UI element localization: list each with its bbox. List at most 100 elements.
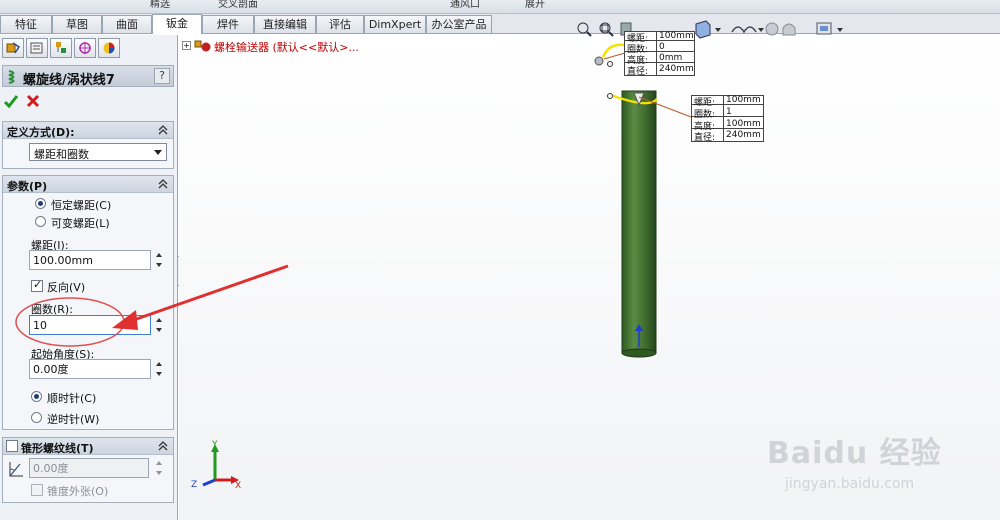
hide-show-icon[interactable] <box>765 22 779 36</box>
taper-outward-label: 锥度外张(O) <box>47 485 109 498</box>
toolbar-item[interactable]: 交叉剖面 <box>218 0 258 13</box>
dimxpert-manager-tab[interactable] <box>74 38 96 58</box>
definition-group-header[interactable]: 定义方式(D): <box>3 122 173 139</box>
spin-down-icon[interactable] <box>153 260 165 270</box>
tab-sheet-metal[interactable]: 钣金 <box>152 14 202 34</box>
taper-group: 锥形螺纹线(T) 锥度外张(O) <box>2 437 174 503</box>
taper-outward-checkbox[interactable] <box>31 484 43 496</box>
taper-group-label: 锥形螺纹线(T) <box>21 442 94 455</box>
cylinder-body[interactable] <box>621 90 657 354</box>
definition-select[interactable]: 螺距和圈数 <box>29 143 167 161</box>
property-manager-tab[interactable] <box>26 38 48 58</box>
helix-handle[interactable] <box>607 93 613 99</box>
callout-row: 高度: 100mm <box>692 119 763 132</box>
collapse-chevron-icon[interactable] <box>157 439 169 453</box>
command-manager-tabs: 特征 草图 曲面 钣金 焊件 直接编辑 评估 DimXpert 办公室产品 <box>0 14 1000 34</box>
spin-up-icon[interactable] <box>153 315 165 325</box>
ok-check-icon[interactable] <box>3 93 19 109</box>
tab-direct-editing[interactable]: 直接编辑 <box>254 15 316 33</box>
property-manager: 螺旋线/涡状线7 ? 定义方式(D): 螺距和圈数 参数(P) 恒定螺距(C) … <box>0 35 178 520</box>
callout-row: 直径: 240mm <box>692 130 763 143</box>
variable-pitch-label: 可变螺距(L) <box>51 217 110 230</box>
spin-down-icon[interactable] <box>153 468 165 478</box>
collapse-chevron-icon[interactable] <box>157 177 169 191</box>
tab-weldments[interactable]: 焊件 <box>202 15 254 33</box>
revolutions-spinner[interactable] <box>153 315 165 335</box>
toolbar-item[interactable]: 展开 <box>525 0 545 13</box>
scene-icon[interactable] <box>816 22 843 35</box>
tab-features[interactable]: 特征 <box>0 15 52 33</box>
feature-title-bar: 螺旋线/涡状线7 ? <box>2 65 174 88</box>
spin-down-icon[interactable] <box>153 369 165 379</box>
radio-unselected[interactable] <box>31 412 42 423</box>
revolutions-input[interactable] <box>29 315 151 335</box>
callout-row: 螺距: 100mm <box>625 31 694 44</box>
callout-row: 圈数: 1 <box>692 107 763 120</box>
spin-down-icon[interactable] <box>153 325 165 335</box>
cancel-x-icon[interactable] <box>25 93 41 109</box>
start-angle-spinner[interactable] <box>153 359 165 379</box>
counterclockwise-label: 逆时针(W) <box>47 413 100 426</box>
callout-value: 100mm <box>659 31 694 41</box>
callout-value: 0mm <box>659 53 683 63</box>
toolbar-item[interactable]: 通风口 <box>450 0 480 13</box>
helix-preview-top[interactable] <box>601 43 625 58</box>
definition-selected-value: 螺距和圈数 <box>34 148 89 161</box>
helix-handle[interactable] <box>607 61 613 67</box>
spin-up-icon[interactable] <box>153 458 165 468</box>
callout-value: 0 <box>659 42 665 52</box>
pitch-input[interactable] <box>29 250 151 270</box>
tab-evaluate[interactable]: 评估 <box>316 15 364 33</box>
coordinate-triad <box>202 444 239 487</box>
callout-value: 100mm <box>726 119 761 129</box>
display-style-icon[interactable] <box>731 26 764 34</box>
callout-row: 圈数: 0 <box>625 42 694 55</box>
taper-angle-icon <box>9 462 23 477</box>
triad-z-label: Z <box>191 480 198 490</box>
triad-y-label: Y <box>212 440 218 450</box>
radio-selected[interactable] <box>35 198 46 209</box>
help-button[interactable]: ? <box>154 68 170 84</box>
display-manager-tab[interactable] <box>98 38 120 58</box>
parameters-group-header[interactable]: 参数(P) <box>3 176 173 193</box>
reverse-label: 反向(V) <box>47 281 86 294</box>
feature-title: 螺旋线/涡状线7 <box>23 73 115 88</box>
toolbar-item[interactable]: 精选 <box>150 0 170 13</box>
radio-unselected[interactable] <box>35 216 46 227</box>
appearance-edit-icon[interactable] <box>782 23 796 36</box>
triad-x-label: X <box>235 481 242 491</box>
collapse-chevron-icon[interactable] <box>157 123 169 137</box>
tab-surfaces[interactable]: 曲面 <box>102 15 152 33</box>
reverse-checkbox[interactable] <box>31 278 43 292</box>
start-angle-input[interactable] <box>29 359 151 379</box>
feature-manager-tab[interactable] <box>2 38 24 58</box>
spin-up-icon[interactable] <box>153 250 165 260</box>
radio-selected[interactable] <box>31 391 42 402</box>
pitch-spinner[interactable] <box>153 250 165 270</box>
definition-group: 定义方式(D): 螺距和圈数 <box>2 121 174 169</box>
taper-angle-input[interactable] <box>29 458 149 478</box>
configuration-icon <box>56 42 66 53</box>
callout-value: 1 <box>726 107 732 117</box>
helix-callout-top[interactable]: 螺距: 100mm 圈数: 0 高度: 0mm 直径: 240mm <box>624 31 695 77</box>
taper-group-header[interactable]: 锥形螺纹线(T) <box>3 438 173 455</box>
tab-office-products[interactable]: 办公室产品 <box>426 15 492 33</box>
taper-checkbox[interactable] <box>6 440 18 452</box>
callout-row: 直径: 240mm <box>625 64 694 77</box>
constant-pitch-label: 恒定螺距(C) <box>51 199 112 212</box>
chevron-down-icon <box>154 150 162 155</box>
helix-start-point-icon[interactable] <box>594 56 604 66</box>
clockwise-label: 顺时针(C) <box>47 392 97 405</box>
parameters-group: 参数(P) 恒定螺距(C) 可变螺距(L) 螺距(I): 反向(V) 圈数(R)… <box>2 175 174 430</box>
watermark-url: jingyan.baidu.com <box>785 476 915 492</box>
parameters-group-label: 参数(P) <box>7 180 48 193</box>
callout-value: 240mm <box>726 130 761 140</box>
callout-value: 100mm <box>726 95 761 105</box>
taper-angle-spinner[interactable] <box>153 458 165 478</box>
configuration-manager-tab[interactable] <box>50 38 72 58</box>
tab-dimxpert[interactable]: DimXpert <box>364 15 426 33</box>
callout-row: 螺距: 100mm <box>692 95 763 108</box>
tab-sketch[interactable]: 草图 <box>52 15 102 33</box>
helix-callout-mid[interactable]: 螺距: 100mm 圈数: 1 高度: 100mm 直径: 240mm <box>691 95 764 143</box>
spin-up-icon[interactable] <box>153 359 165 369</box>
